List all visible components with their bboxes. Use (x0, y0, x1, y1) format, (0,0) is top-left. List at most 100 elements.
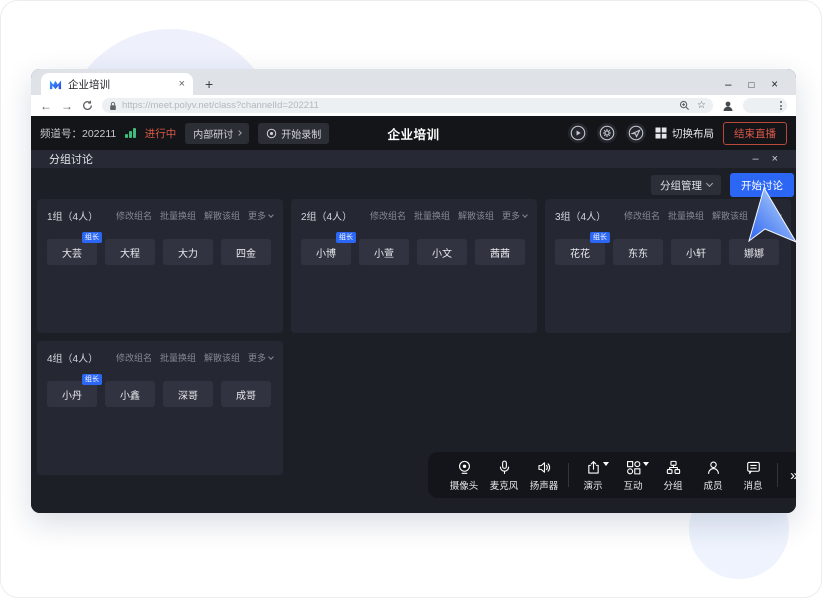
microphone-icon (496, 459, 513, 476)
record-button[interactable]: 开始录制 (258, 123, 329, 144)
member-chip[interactable]: 成哥 (221, 381, 271, 407)
member-chip[interactable]: 大芸组长 (47, 239, 97, 265)
toolbar-item-摄像头[interactable]: 摄像头 (444, 459, 484, 492)
group-action-4[interactable]: 更多 (248, 351, 273, 364)
new-tab-button[interactable]: + (205, 76, 213, 95)
toolbar-item-label: 扬声器 (530, 478, 559, 492)
chevron-down-icon (706, 180, 713, 187)
member-name: 小萱 (374, 245, 394, 260)
mode-button[interactable]: 内部研讨 (185, 123, 249, 144)
back-icon[interactable]: ← (40, 100, 52, 112)
group-card: 2组（4人） 修改组名批量换组解散该组更多 小博组长 小萱 小文茜茜 (291, 199, 537, 333)
window-close-button[interactable]: × (771, 80, 778, 92)
window-minimize-button[interactable]: – (725, 80, 731, 92)
member-name: 大芸 (62, 245, 82, 260)
group-action-1[interactable]: 修改组名 (370, 209, 406, 222)
panel-header: 分组讨论 – × (31, 150, 796, 168)
window-maximize-button[interactable]: □ (749, 81, 755, 91)
toolbar-item-互动[interactable]: 互动 (613, 459, 653, 492)
forward-icon[interactable]: → (61, 100, 73, 112)
member-chip[interactable]: 小文 (417, 239, 467, 265)
group-actions: 修改组名批量换组解散该组更多 (116, 209, 273, 222)
panel-close-button[interactable]: × (772, 154, 778, 165)
member-name: 小轩 (686, 245, 706, 260)
group-name: 2组（4人） (301, 208, 352, 223)
switch-layout-button[interactable]: 切换布局 (655, 126, 714, 141)
member-chip[interactable]: 东东 (613, 239, 663, 265)
group-action-2[interactable]: 批量换组 (668, 209, 704, 222)
member-chip[interactable]: 深哥 (163, 381, 213, 407)
group-action-2[interactable]: 批量换组 (160, 351, 196, 364)
member-chip[interactable]: 小博组长 (301, 239, 351, 265)
tab-close-icon[interactable]: × (179, 78, 185, 90)
toolbar-item-分组[interactable]: 分组 (653, 459, 693, 492)
end-live-button[interactable]: 结束直播 (723, 122, 787, 145)
member-chip[interactable]: 小丹组长 (47, 381, 97, 407)
toolbar-item-label: 成员 (703, 478, 722, 492)
member-chip[interactable]: 小鑫 (105, 381, 155, 407)
group-action-3[interactable]: 解散该组 (458, 209, 494, 222)
member-chip[interactable]: 小轩 (671, 239, 721, 265)
camera-icon (456, 459, 473, 476)
reload-icon[interactable] (82, 100, 93, 111)
leader-badge: 组长 (590, 232, 610, 243)
live-status: 进行中 (145, 126, 177, 141)
group-name: 3组（4人） (555, 208, 606, 223)
member-chip[interactable]: 大力 (163, 239, 213, 265)
member-chip[interactable]: 小萱 (359, 239, 409, 265)
kebab-menu-icon (780, 101, 782, 110)
toolbar-item-扬声器[interactable]: 扬声器 (524, 459, 564, 492)
groups-grid: 1组（4人） 修改组名批量换组解散该组更多 大芸组长大程大力四金 2组（4人） … (37, 199, 791, 475)
member-name: 小鑫 (120, 387, 140, 402)
browser-menu-button[interactable] (743, 98, 787, 113)
expand-toolbar-button[interactable]: » (790, 467, 796, 484)
profile-avatar-icon[interactable] (722, 100, 734, 112)
member-name: 深哥 (178, 387, 198, 402)
toolbar-item-成员[interactable]: 成员 (693, 459, 733, 492)
panel-body: 分组管理 开始讨论 1组（4人） 修改组名批量换组解散该组更多 大芸组长大程大力… (31, 168, 796, 513)
group-action-4[interactable]: 更多 (248, 209, 273, 222)
settings-gear-icon[interactable] (597, 123, 617, 143)
group-action-4[interactable]: 更多 (502, 209, 527, 222)
speaker-icon (536, 459, 553, 476)
group-action-2[interactable]: 批量换组 (414, 209, 450, 222)
chevron-down-icon (522, 212, 528, 218)
group-action-3[interactable]: 解散该组 (712, 209, 748, 222)
group-actions: 修改组名批量换组解散该组更多 (116, 351, 273, 364)
browser-addressbar: ← → https://meet.polyv.net/class?channel… (31, 95, 796, 116)
group-action-3[interactable]: 解散该组 (204, 209, 240, 222)
member-chip[interactable]: 大程 (105, 239, 155, 265)
group-card: 1组（4人） 修改组名批量换组解散该组更多 大芸组长大程大力四金 (37, 199, 283, 333)
toolbar-item-label: 摄像头 (450, 478, 479, 492)
group-action-2[interactable]: 批量换组 (160, 209, 196, 222)
group-action-3[interactable]: 解散该组 (204, 351, 240, 364)
toolbar-item-麦克风[interactable]: 麦克风 (484, 459, 524, 492)
panel-minimize-button[interactable]: – (752, 154, 758, 165)
member-name: 四金 (236, 245, 256, 260)
group-action-1[interactable]: 修改组名 (116, 351, 152, 364)
member-name: 小丹 (62, 387, 82, 402)
playback-button[interactable] (568, 123, 588, 143)
toolbar-item-演示[interactable]: 演示 (573, 459, 613, 492)
browser-tabstrip: 企业培训 × + – □ × (31, 69, 796, 95)
toolbar-item-消息[interactable]: 消息 (733, 459, 773, 492)
group-action-1[interactable]: 修改组名 (624, 209, 660, 222)
group-card: 4组（4人） 修改组名批量换组解散该组更多 小丹组长小鑫深哥成哥 (37, 341, 283, 475)
browser-tab[interactable]: 企业培训 × (41, 73, 193, 95)
toolbar-item-label: 麦克风 (490, 478, 519, 492)
zoom-icon[interactable] (679, 100, 690, 111)
group-manage-button[interactable]: 分组管理 (651, 175, 721, 195)
window-controls: – □ × (725, 80, 786, 96)
address-input[interactable]: https://meet.polyv.net/class?channelId=2… (102, 98, 713, 113)
member-chip[interactable]: 茜茜 (475, 239, 525, 265)
share-plane-icon[interactable] (626, 123, 646, 143)
bookmark-star-icon[interactable]: ☆ (697, 101, 706, 111)
lock-icon (109, 101, 117, 111)
toolbar-items: 摄像头麦克风扬声器演示互动分组成员消息 (444, 459, 782, 492)
bottom-toolbar: 摄像头麦克风扬声器演示互动分组成员消息 » (428, 452, 796, 498)
chevron-down-icon (268, 354, 274, 360)
member-chip[interactable]: 花花组长 (555, 239, 605, 265)
dropdown-caret-icon (643, 462, 649, 466)
member-chip[interactable]: 四金 (221, 239, 271, 265)
group-action-1[interactable]: 修改组名 (116, 209, 152, 222)
